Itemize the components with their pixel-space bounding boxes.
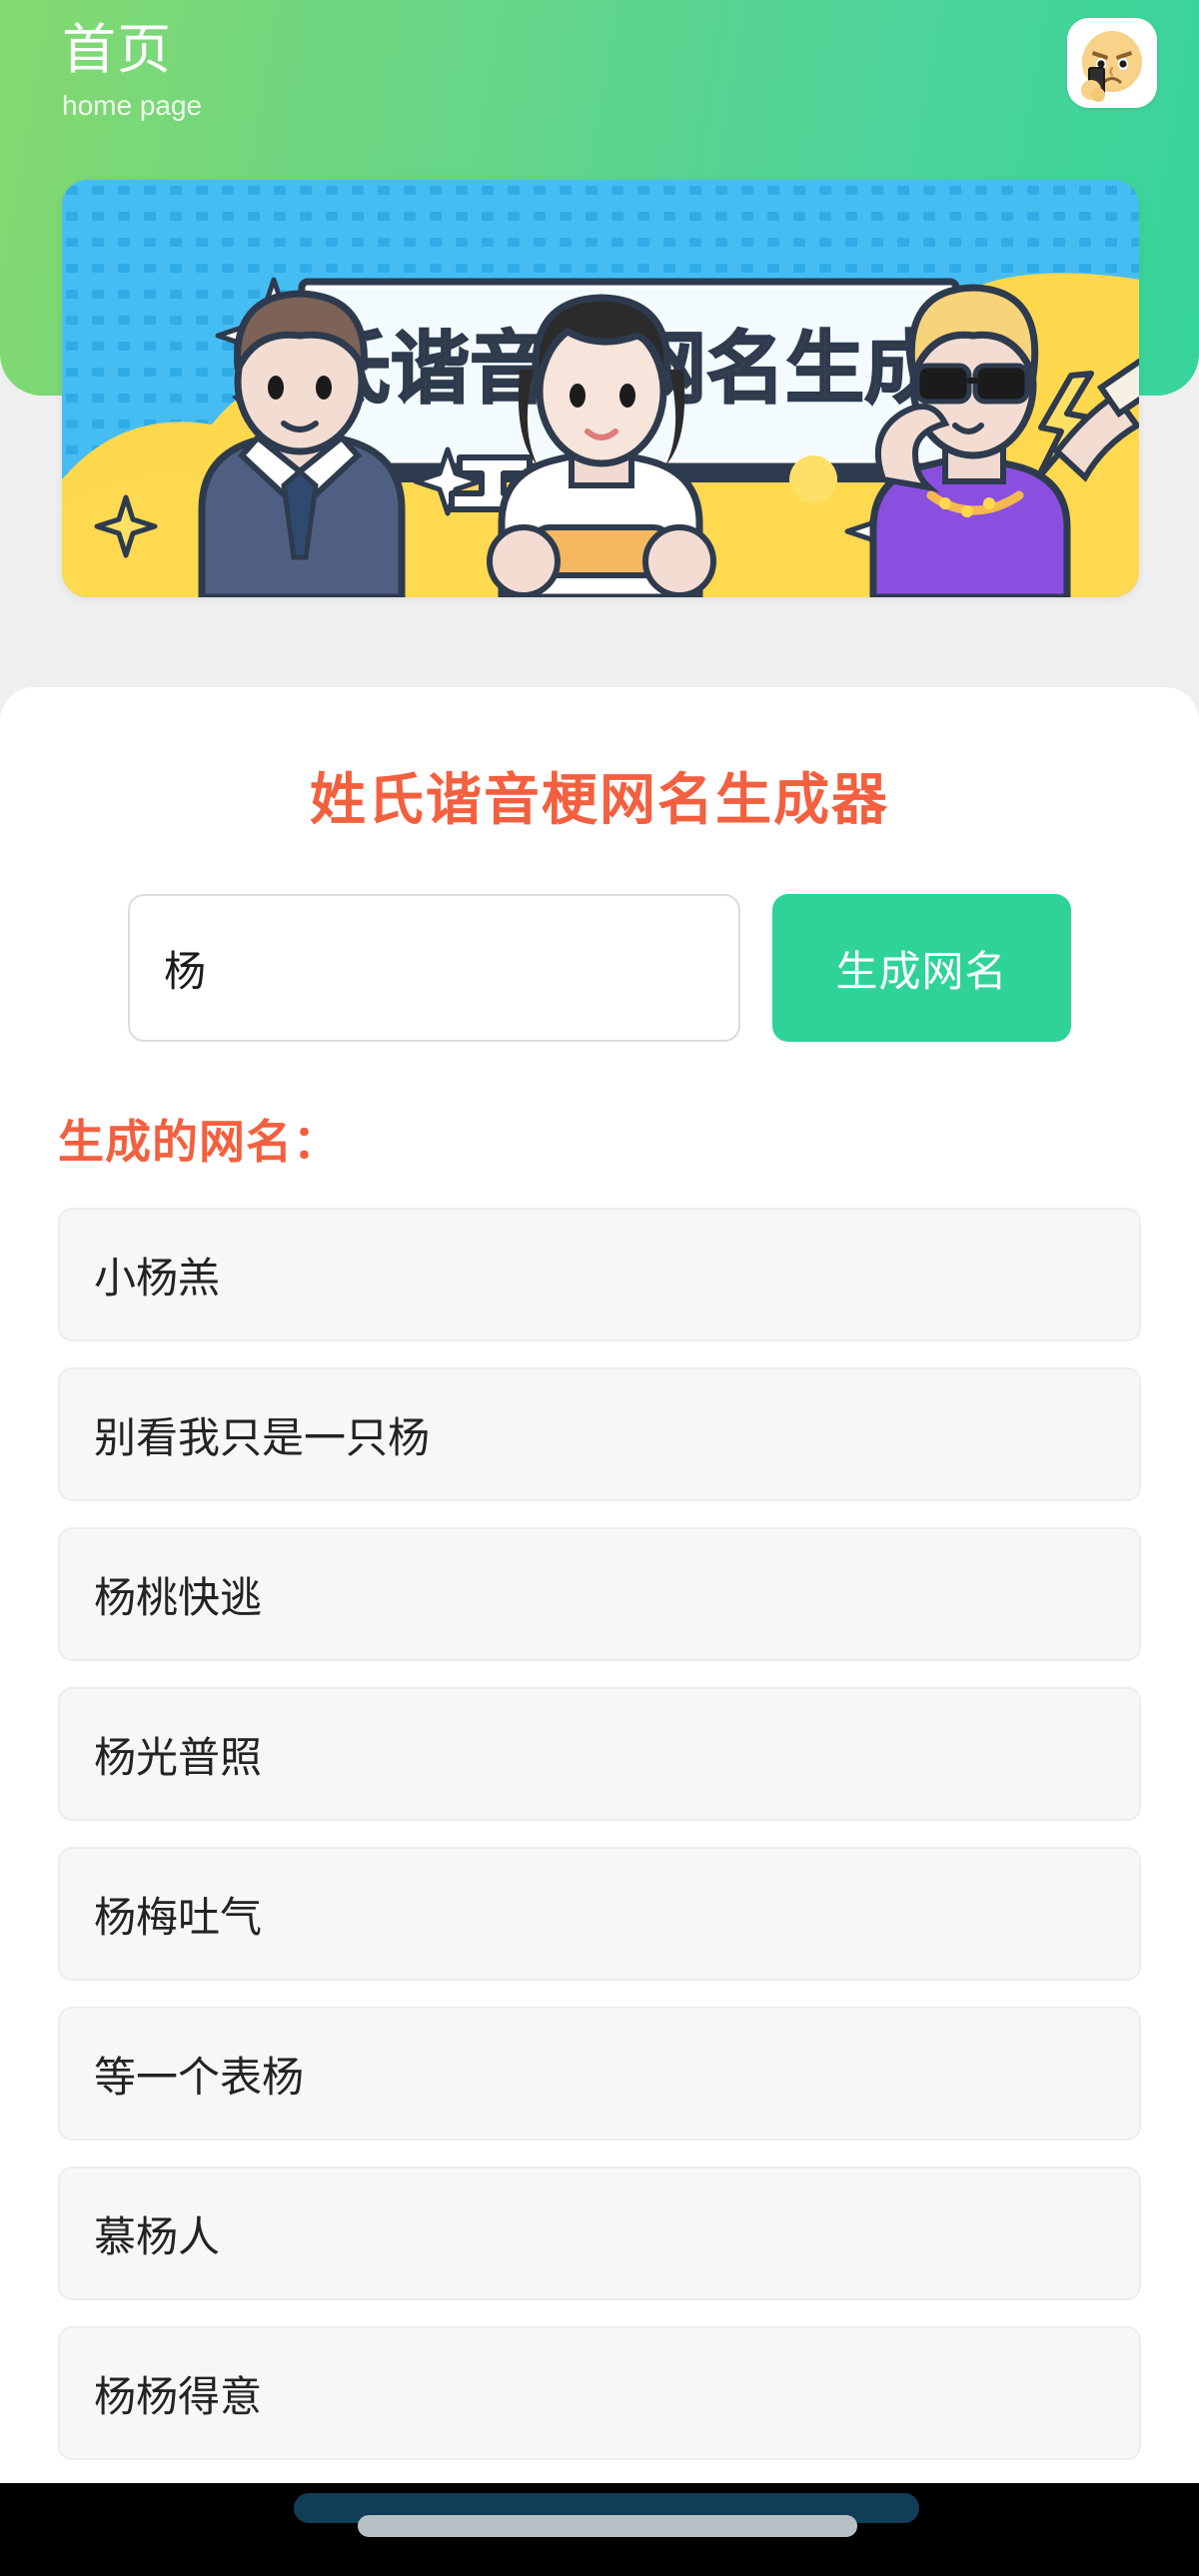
avatar[interactable] [1067, 18, 1157, 108]
promo-banner[interactable]: 姓氏谐音梗网名生成器 [62, 180, 1139, 597]
header-title-group: 首页 home page [62, 18, 202, 124]
list-item[interactable]: 等一个表杨 [58, 2007, 1141, 2141]
results-list: 小杨羔 别看我只是一只杨 杨桃快逃 杨光普照 杨梅吐气 等一个表杨 慕杨人 杨杨… [0, 1208, 1199, 2576]
home-indicator[interactable] [358, 2515, 857, 2537]
surname-input[interactable] [128, 894, 740, 1042]
angry-face-avatar-icon [1067, 18, 1157, 108]
list-item[interactable]: 别看我只是一只杨 [58, 1367, 1141, 1501]
generate-button[interactable]: 生成网名 [772, 894, 1071, 1042]
list-item[interactable]: 杨杨得意 [58, 2326, 1141, 2460]
generator-title: 姓氏谐音梗网名生成器 [310, 768, 889, 831]
list-item[interactable]: 小杨羔 [58, 1208, 1141, 1341]
app-root: 首页 home page 姓氏谐音梗网名生成器 杨 生成网名 生成的网名： 小杨… [0, 0, 1199, 2576]
list-item[interactable]: 杨梅吐气 [58, 1847, 1141, 1981]
list-item[interactable]: 慕杨人 [58, 2166, 1141, 2300]
page-title: 首页 [62, 20, 172, 80]
system-bottom-bar [0, 2483, 1199, 2576]
list-item[interactable]: 杨光普照 [58, 1687, 1141, 1821]
generator-form: 生成网名 [0, 894, 1199, 1042]
list-item[interactable]: 杨桃快逃 [58, 1527, 1141, 1661]
main-card: 姓氏谐音梗网名生成器 生成网名 生成的网名： 小杨羔 别看我只是一只杨 杨桃快逃… [0, 687, 1199, 2576]
results-heading: 生成的网名： [58, 1116, 340, 1168]
page-subtitle: home page [62, 90, 203, 121]
